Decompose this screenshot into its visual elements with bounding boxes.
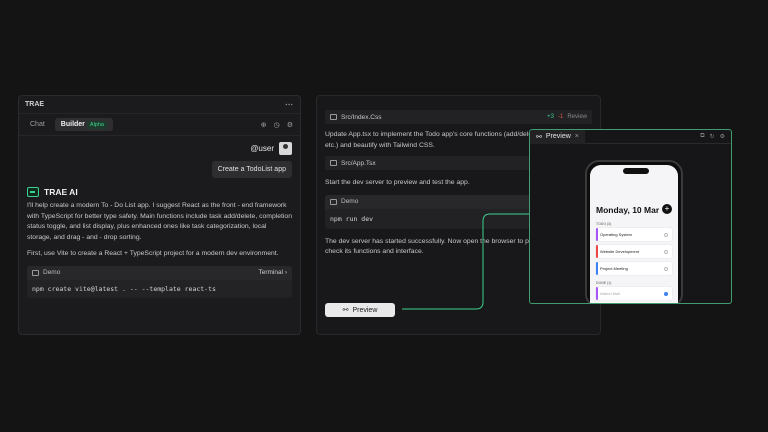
review-link[interactable]: Review (567, 114, 587, 120)
code-block: Demo npm run dev (325, 194, 541, 229)
app-date: Monday, 10 Mar (596, 205, 660, 215)
preview-tab-label: Preview (545, 133, 571, 140)
link-icon: ⚯ (536, 133, 542, 141)
more-icon[interactable]: ⋯ (285, 100, 294, 109)
panel-header: TRAE ⋯ (19, 96, 300, 114)
task-name: Project Meeting (600, 266, 628, 271)
app-screen: Monday, 10 Mar + TODO (3) Operating Syst… (590, 165, 678, 303)
terminal-icon (330, 198, 337, 205)
preview-panel: ⚯ Preview × ⧉ ↻ ⚙ Monday, 10 Mar + TODO … (529, 129, 732, 304)
file-icon (330, 160, 337, 166)
tab-builder-label: Builder (60, 121, 85, 128)
open-external-icon[interactable]: ⧉ (700, 133, 704, 140)
task-color-bar (596, 262, 598, 275)
preview-button[interactable]: ⚯ Preview (325, 303, 395, 317)
add-task-button[interactable]: + (662, 204, 672, 214)
tab-bar: Chat Builder Alpha ⊕ ◷ ⚙ (19, 114, 300, 136)
code-label: Demo (341, 198, 359, 205)
alpha-badge: Alpha (86, 121, 107, 129)
file-change-row[interactable]: Src/Index.Css +3 -1 Review (325, 110, 592, 124)
code-command: npm run dev (330, 214, 374, 223)
task-name: Attend Mail (600, 291, 621, 296)
code-command: npm create vite@latest . -- --template r… (32, 284, 216, 293)
preview-header: ⚯ Preview × ⧉ ↻ ⚙ (530, 130, 731, 144)
task-name: Operating System (600, 232, 633, 237)
task-color-bar (596, 245, 598, 258)
new-chat-icon[interactable]: ⊕ (261, 121, 267, 129)
file-name: Src/Index.Css (341, 113, 382, 121)
terminal-icon (32, 269, 39, 276)
ai-header: TRAE AI (19, 178, 300, 197)
trae-logo-icon (27, 187, 39, 197)
task-color-bar (596, 228, 598, 241)
task-item[interactable]: Project Meeting (596, 262, 672, 275)
task-checkbox[interactable] (664, 232, 668, 237)
settings-icon[interactable]: ⚙ (720, 133, 725, 140)
ai-name: TRAE AI (44, 187, 78, 197)
todo-section-label: TODO (3) (596, 222, 612, 226)
file-change-row[interactable]: Src/App.Tsx (325, 156, 541, 170)
task-color-bar (596, 287, 598, 300)
ai-response-paragraph: I'll help create a modern To - Do List a… (27, 202, 292, 241)
code-header: Demo Terminal › (27, 265, 292, 280)
terminal-link[interactable]: Terminal › (258, 269, 287, 276)
user-row: @user (19, 136, 300, 155)
task-checkbox[interactable] (664, 249, 668, 254)
code-block: Demo Terminal › npm create vite@latest .… (27, 265, 292, 298)
tab-builder[interactable]: Builder Alpha (54, 118, 113, 131)
preview-tab[interactable]: ⚯ Preview × (530, 130, 585, 144)
code-label: Demo (43, 269, 61, 276)
file-name: Src/App.Tsx (341, 159, 376, 167)
task-item[interactable]: Operating System (596, 228, 672, 241)
link-icon: ⚯ (342, 307, 349, 314)
avatar (279, 142, 292, 155)
tab-chat[interactable]: Chat (24, 118, 51, 131)
panel-title: TRAE (25, 101, 45, 108)
builder-panel: TRAE ⋯ Chat Builder Alpha ⊕ ◷ ⚙ @user Cre… (18, 95, 301, 335)
task-checkbox[interactable] (664, 266, 668, 271)
user-message: Create a TodoList app (211, 161, 292, 178)
code-header: Demo (325, 194, 541, 209)
user-name: @user (250, 144, 274, 153)
preview-button-label: Preview (352, 306, 378, 314)
file-icon (330, 114, 337, 120)
history-icon[interactable]: ◷ (274, 121, 280, 129)
ai-response-paragraph: First, use Vite to create a React + Type… (27, 250, 279, 257)
close-icon[interactable]: × (575, 133, 579, 140)
dynamic-island (623, 168, 649, 174)
diff-removed: -1 (557, 114, 564, 120)
diff-added: +3 (547, 114, 554, 120)
settings-icon[interactable]: ⚙ (287, 121, 293, 129)
task-name: Website Development (600, 249, 640, 254)
refresh-icon[interactable]: ↻ (710, 133, 715, 140)
phone-mockup: Monday, 10 Mar + TODO (3) Operating Syst… (585, 160, 683, 303)
done-section-label: DONE (1) (596, 281, 612, 285)
preview-actions: ⧉ ↻ ⚙ (700, 133, 731, 140)
task-item[interactable]: Website Development (596, 245, 672, 258)
task-item[interactable]: Attend Mail (596, 287, 672, 300)
tab-actions: ⊕ ◷ ⚙ (261, 121, 295, 129)
task-checkbox[interactable] (664, 291, 668, 296)
